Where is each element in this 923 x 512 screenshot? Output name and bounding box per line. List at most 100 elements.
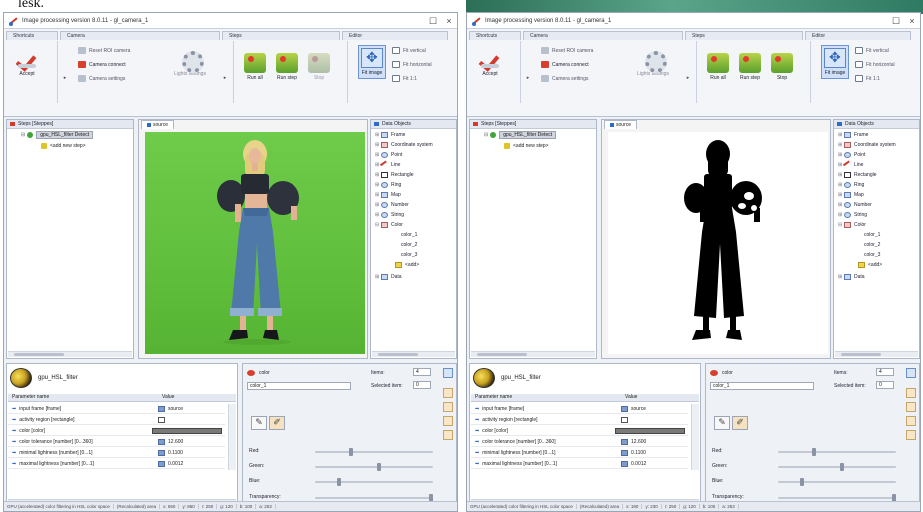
viewer-tab-source[interactable]: source [141,120,175,129]
red-slider[interactable] [778,448,896,456]
ribbon-tab-steps[interactable]: Steps [222,31,340,40]
eyedropper-icon[interactable]: ✐ [269,416,285,430]
pencil-icon[interactable]: ✎ [714,416,730,430]
add-step-item[interactable]: <add new step> [41,142,86,150]
run-all-button[interactable]: Run all [244,53,266,81]
steps-scrollbar[interactable] [8,351,132,357]
image-canvas[interactable] [145,132,365,354]
transparency-slider[interactable] [778,494,896,502]
expand-arrow-icon[interactable]: ▸ [685,75,691,81]
param-row[interactable]: color tolerance [number] [0...360]12.600 [471,437,688,447]
green-slider[interactable] [778,463,896,471]
tree-item-add[interactable]: <add> [858,261,882,269]
add-color-button[interactable] [443,368,453,378]
pencil-icon[interactable]: ✎ [251,416,267,430]
tree-expander-icon[interactable]: ⊟ [484,132,488,138]
camera-settings-button[interactable]: Camera settings [541,75,588,82]
tree-item-frame[interactable]: ⊞ Frame [375,131,405,139]
param-row[interactable]: maximal lightness [number] [0...1]0.0012 [8,459,225,469]
tree-item-coordinate-system[interactable]: ⊞ Coordinate system [375,141,433,149]
ribbon-tab-editor[interactable]: Editor [805,31,911,40]
stop-button[interactable]: Stop [308,53,330,81]
objects-scrollbar[interactable] [835,351,918,357]
transparency-slider[interactable] [315,494,433,502]
reset-roi-button[interactable]: Reset ROI camera [78,47,130,54]
tree-item-data[interactable]: ⊞ Data [375,273,402,281]
params-scrollbar[interactable] [228,404,236,470]
tree-item-rectangle[interactable]: ⊞ Rectangle [838,171,877,179]
tree-item-string[interactable]: ⊞ String [375,211,404,219]
side-action-button[interactable] [443,388,453,398]
param-row[interactable]: color tolerance [number] [0...360]12.600 [8,437,225,447]
tree-item-color[interactable]: ⊟ Color [375,221,403,229]
param-row[interactable]: minimal lightness [number] [0...1]0.1100 [471,448,688,458]
fit-ratio-button[interactable]: Fit 1:1 [392,75,417,82]
param-row[interactable]: input frame [frame]source [471,404,688,414]
color-name-input[interactable]: color_1 [710,382,814,390]
fit-vertical-button[interactable]: Fit vertical [855,47,889,54]
color-swatch[interactable] [152,427,222,434]
steps-scrollbar[interactable] [471,351,595,357]
items-value[interactable]: 4 [876,368,894,376]
fit-vertical-button[interactable]: Fit vertical [392,47,426,54]
param-row[interactable]: activity region [rectangle] [8,415,225,425]
tree-item-color-1[interactable]: color_1 [395,231,417,239]
tree-item-color-3[interactable]: color_3 [395,251,417,259]
tree-item-color[interactable]: ⊟ Color [838,221,866,229]
side-action-button[interactable] [443,416,453,426]
params-scrollbar[interactable] [691,404,699,470]
close-button[interactable]: × [904,13,920,29]
param-row[interactable]: input frame [frame]source [8,404,225,414]
color-swatch[interactable] [615,427,685,434]
fit-ratio-button[interactable]: Fit 1:1 [855,75,880,82]
tree-item-map[interactable]: ⊞ Map [838,191,864,199]
fit-image-button[interactable]: Fit image [821,45,849,79]
tree-item-color-1[interactable]: color_1 [858,231,880,239]
close-button[interactable]: × [441,13,457,29]
expand-arrow-icon[interactable]: ▸ [62,75,68,81]
side-action-button[interactable] [906,388,916,398]
tree-item-color-3[interactable]: color_3 [858,251,880,259]
lights-settings-button[interactable]: Lights settings [174,49,206,77]
run-step-button[interactable]: Run step [739,53,761,81]
side-action-button[interactable] [443,402,453,412]
blue-slider[interactable] [315,478,433,486]
tree-item-frame[interactable]: ⊞ Frame [838,131,868,139]
tree-item-point[interactable]: ⊞ Point [838,151,865,159]
accept-button[interactable]: Accept [16,49,38,77]
fit-horizontal-button[interactable]: Fit horizontal [392,61,432,68]
side-action-button[interactable] [906,402,916,412]
checkbox-icon[interactable] [621,416,628,423]
tree-expander-icon[interactable]: ⊟ [21,132,25,138]
tree-item-string[interactable]: ⊞ String [838,211,867,219]
objects-scrollbar[interactable] [372,351,455,357]
side-action-button[interactable] [443,430,453,440]
run-all-button[interactable]: Run all [707,53,729,81]
checkbox-icon[interactable] [158,416,165,423]
tree-item-map[interactable]: ⊞ Map [375,191,401,199]
image-canvas[interactable] [608,132,828,354]
camera-settings-button[interactable]: Camera settings [78,75,125,82]
side-action-button[interactable] [906,430,916,440]
maximize-button[interactable]: ☐ [888,13,904,29]
camera-connect-button[interactable]: Camera connect [541,61,589,68]
tree-item-add[interactable]: <add> [395,261,419,269]
selected-item-value[interactable]: 0 [413,381,431,389]
tree-item-color-2[interactable]: color_2 [395,241,417,249]
tree-item-ring[interactable]: ⊞ Ring [375,181,401,189]
blue-slider[interactable] [778,478,896,486]
add-step-item[interactable]: <add new step> [504,142,549,150]
tree-item-line[interactable]: ⊞ Line [375,160,400,170]
add-color-button[interactable] [906,368,916,378]
param-row[interactable]: color [color] [8,426,225,436]
step-item[interactable]: ⊟ gpu_HSL_filter Detect [21,131,94,139]
selected-item-value[interactable]: 0 [876,381,894,389]
param-row[interactable]: maximal lightness [number] [0...1]0.0012 [471,459,688,469]
fit-image-button[interactable]: Fit image [358,45,386,79]
eyedropper-icon[interactable]: ✐ [732,416,748,430]
green-slider[interactable] [315,463,433,471]
tree-item-ring[interactable]: ⊞ Ring [838,181,864,189]
tree-item-data[interactable]: ⊞ Data [838,273,865,281]
tree-item-line[interactable]: ⊞ Line [838,160,863,170]
fit-horizontal-button[interactable]: Fit horizontal [855,61,895,68]
